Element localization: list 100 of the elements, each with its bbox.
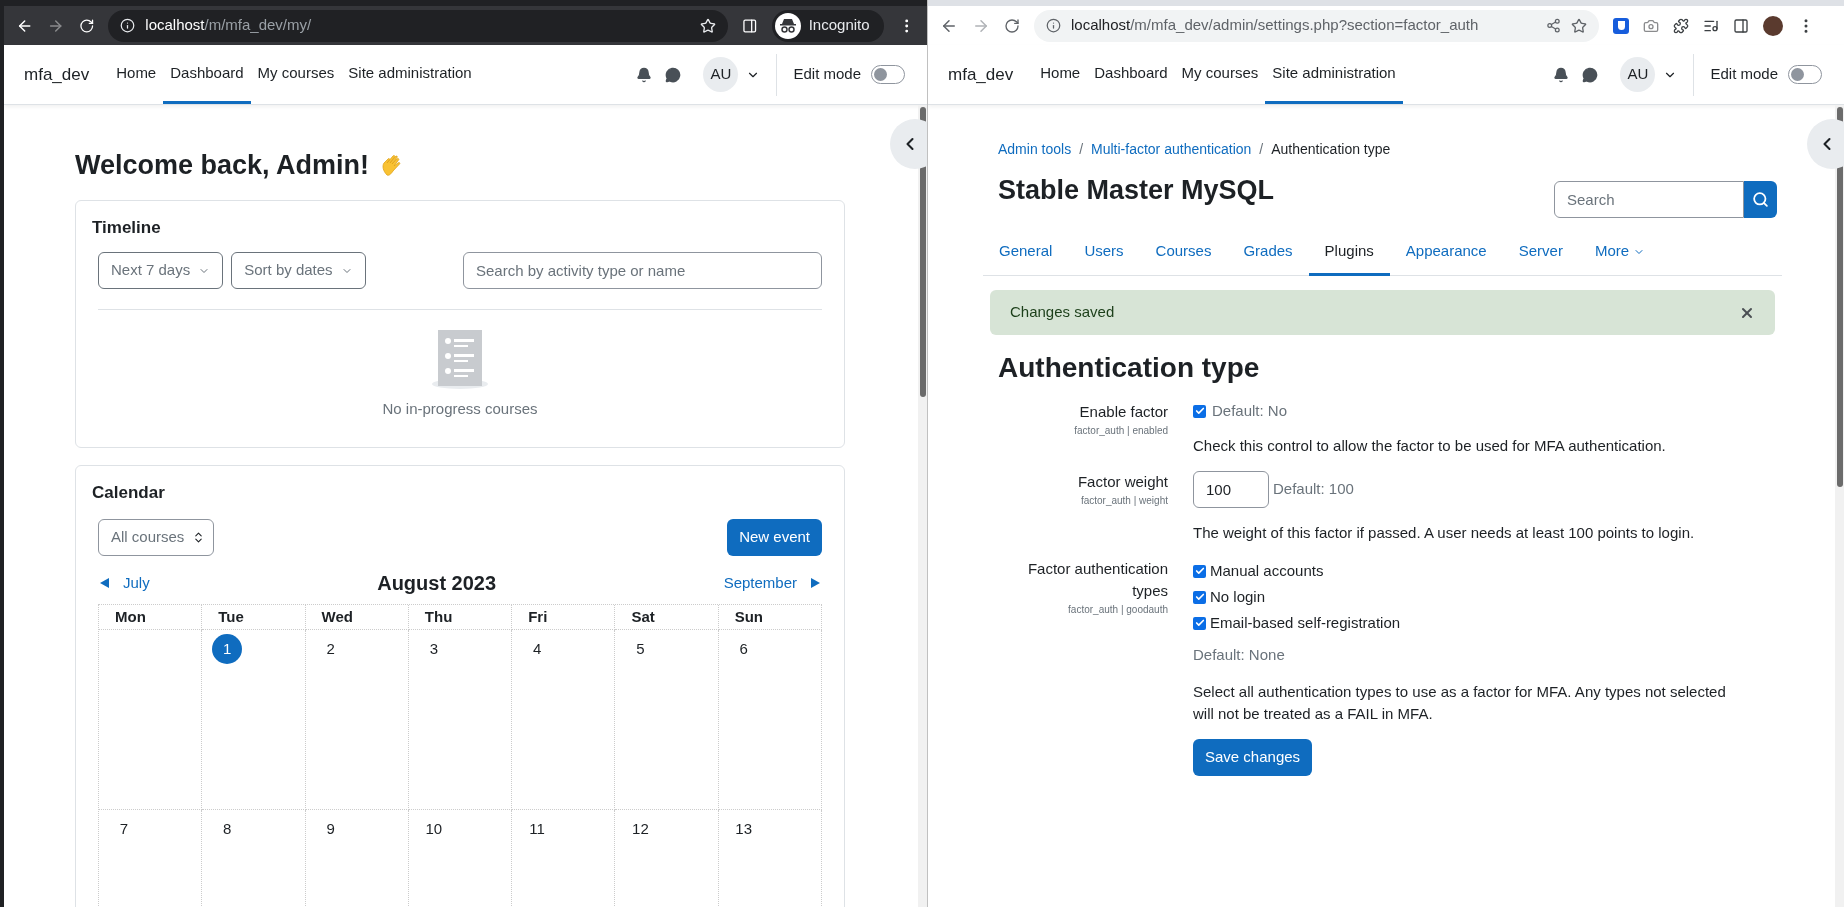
scrollbar[interactable] — [1835, 105, 1844, 907]
address-bar[interactable]: localhost/m/mfa_dev/admin/settings.php?section=factor_auth — [1034, 9, 1599, 42]
calendar-cell[interactable]: 3 — [408, 630, 513, 810]
settings-tab[interactable]: Plugins — [1308, 230, 1390, 276]
option-label[interactable]: Email-based self-registration — [1210, 611, 1401, 635]
nav-link[interactable]: My courses — [250, 45, 342, 104]
user-avatar[interactable]: AU — [1620, 57, 1656, 92]
address-bar[interactable]: localhost/m/mfa_dev/my/ — [108, 9, 729, 42]
settings-tab[interactable]: Grades — [1227, 230, 1309, 276]
welcome-heading: Welcome back, Admin! — [75, 149, 370, 182]
side-panel-icon[interactable] — [742, 17, 758, 34]
nav-link[interactable]: Home — [109, 45, 164, 104]
calendar-cell[interactable] — [99, 630, 203, 810]
alert-message: Changes saved — [1010, 302, 1115, 323]
calendar-day[interactable]: 8 — [212, 814, 243, 844]
settings-tab[interactable]: Appearance — [1389, 230, 1503, 276]
setting-id: factor_auth | goodauth — [1068, 603, 1168, 617]
calendar-day[interactable]: 11 — [522, 814, 553, 844]
nav-link[interactable]: My courses — [1174, 45, 1266, 104]
month-title: August 2023 — [377, 571, 497, 596]
filter-dropdown[interactable]: Sort by dates — [231, 252, 366, 289]
calendar-cell[interactable]: 6 — [718, 630, 822, 810]
setting-description: The weight of this factor if passed. A user needs at least 100 points to login. — [1193, 523, 1696, 543]
calendar-day[interactable]: 2 — [315, 634, 346, 664]
course-select[interactable]: All courses — [98, 519, 215, 556]
save-changes-button[interactable]: Save changes — [1193, 738, 1313, 776]
new-event-button[interactable]: New event — [727, 519, 822, 556]
nav-link[interactable]: Dashboard — [163, 45, 251, 104]
reload-icon[interactable] — [78, 17, 95, 34]
notifications-icon[interactable] — [636, 66, 653, 83]
calendar-day[interactable]: 12 — [625, 814, 656, 844]
breadcrumb-link[interactable]: Multi-factor authentication — [1091, 139, 1252, 160]
incognito-icon — [774, 12, 801, 39]
page-heading: Authentication type — [998, 351, 1261, 385]
setting-label: Factor authentication types — [1026, 559, 1168, 601]
setting-description: Select all authentication types to use as a factor for MFA. Any types not selected will not be treated as a FAIL in MFA. — [1193, 681, 1727, 724]
calendar-cell[interactable]: 2 — [305, 630, 409, 810]
calendar-day[interactable]: 4 — [522, 634, 553, 664]
breadcrumb-separator: / — [1259, 140, 1264, 159]
calendar-day[interactable]: 7 — [109, 814, 139, 844]
settings-tab[interactable]: Users — [1068, 230, 1140, 276]
settings-tab[interactable]: More — [1578, 230, 1662, 276]
nav-link[interactable]: Home — [1033, 45, 1088, 104]
search-icon — [1752, 191, 1769, 208]
option-label[interactable]: No login — [1210, 585, 1266, 609]
setting-label: Enable factor — [1079, 402, 1168, 422]
option-label[interactable]: Manual accounts — [1210, 559, 1324, 583]
search-field[interactable]: Search by activity type or name — [463, 252, 822, 289]
toggle-switch[interactable] — [871, 65, 905, 84]
extensions-icon[interactable] — [1673, 17, 1689, 34]
nav-link[interactable]: Dashboard — [1087, 45, 1175, 104]
next-month-link[interactable]: September — [723, 571, 820, 595]
calendar-cell[interactable]: 5 — [615, 630, 719, 810]
setting-label: Factor weight — [1077, 472, 1168, 492]
notifications-icon[interactable] — [1553, 66, 1570, 83]
nav-link[interactable]: Site administration — [341, 45, 479, 104]
calendar-day[interactable]: 3 — [418, 634, 449, 664]
weight-field[interactable]: 100 — [1193, 471, 1269, 508]
calendar-day[interactable]: 6 — [728, 634, 759, 664]
site-name[interactable]: mfa_dev — [948, 61, 1014, 88]
checkbox[interactable] — [1193, 590, 1206, 604]
settings-tab[interactable]: General — [983, 230, 1069, 276]
drawer-toggle-button[interactable] — [1807, 119, 1844, 169]
setting-id: factor_auth | weight — [1080, 494, 1168, 508]
drawer-toggle-button[interactable] — [890, 119, 927, 169]
edit-mode-label: Edit mode — [1710, 64, 1778, 85]
previous-month-link[interactable]: July — [100, 571, 150, 595]
settings-tab[interactable]: Server — [1502, 230, 1579, 276]
toggle-switch[interactable] — [1788, 65, 1822, 84]
calendar-cell[interactable]: 1 — [202, 630, 306, 810]
calendar-day[interactable]: 10 — [418, 814, 449, 844]
side-panel-icon[interactable] — [1733, 17, 1749, 34]
calendar-day[interactable]: 5 — [625, 634, 656, 664]
messages-icon[interactable] — [1582, 66, 1599, 83]
calendar-day[interactable]: 1 — [212, 634, 243, 664]
default-value: Default: None — [1193, 645, 1286, 665]
checkbox[interactable] — [1193, 616, 1206, 630]
site-name[interactable]: mfa_dev — [24, 61, 90, 88]
calendar-cell[interactable]: 4 — [512, 630, 616, 810]
camera-icon[interactable] — [1643, 17, 1659, 34]
left-triangle-icon — [100, 578, 109, 588]
user-avatar[interactable]: AU — [703, 57, 739, 92]
profile-avatar[interactable] — [1763, 15, 1783, 36]
breadcrumb-separator: / — [1079, 140, 1084, 159]
settings-tab[interactable]: Courses — [1139, 230, 1228, 276]
breadcrumb-current: Authentication type — [1271, 140, 1391, 159]
nav-link[interactable]: Site administration — [1265, 45, 1403, 104]
shield-extension-icon[interactable] — [1613, 17, 1629, 34]
calendar-day[interactable]: 9 — [315, 814, 346, 844]
filter-dropdown[interactable]: Next 7 days — [98, 252, 224, 289]
incognito-badge[interactable]: Incognito — [771, 9, 884, 42]
messages-icon[interactable] — [665, 66, 682, 83]
right-triangle-icon — [811, 578, 820, 588]
card-title: Timeline — [92, 216, 162, 239]
calendar-day[interactable]: 13 — [728, 814, 759, 844]
scrollbar[interactable] — [918, 105, 927, 907]
checkbox[interactable] — [1193, 564, 1206, 578]
breadcrumb-link[interactable]: Admin tools — [998, 139, 1072, 160]
reload-icon[interactable] — [1004, 17, 1020, 34]
checkbox[interactable] — [1193, 404, 1206, 418]
